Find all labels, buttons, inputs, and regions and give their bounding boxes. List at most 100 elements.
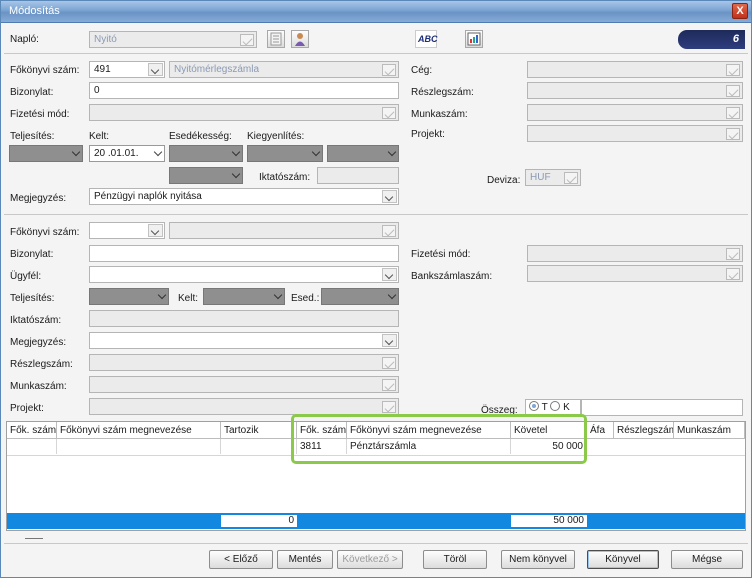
line-iktatoszam-label: Iktatószám: — [10, 315, 62, 326]
lookup-icon — [382, 64, 396, 76]
modify-dialog: Módosítás X Napló: Nyitó ABC 6 Főkönyvi … — [0, 0, 752, 578]
lookup-icon — [382, 379, 396, 391]
radio-t[interactable] — [529, 401, 539, 411]
radio-t-label: T — [541, 402, 548, 413]
separator — [4, 214, 748, 215]
line-kelt-label: Kelt: — [178, 293, 199, 304]
iktato-date[interactable] — [169, 167, 243, 184]
kelt-value: 20 .01.01. — [94, 148, 139, 159]
line-iktatoszam-field[interactable] — [89, 310, 399, 327]
close-button[interactable]: X — [732, 3, 748, 19]
col-header[interactable]: Főkönyvi szám megnevezése — [57, 422, 221, 439]
dont-post-button[interactable]: Nem könyvel — [501, 550, 575, 569]
fokonyvi-value: 491 — [94, 64, 111, 75]
ugyfel-select[interactable] — [89, 266, 399, 283]
total-kovetel: 50 000 — [511, 515, 587, 527]
col-header[interactable]: Részlegszám — [614, 422, 674, 439]
line-bizonylat-label: Bizonylat: — [10, 249, 54, 260]
ceg-label: Cég: — [411, 65, 433, 76]
projekt-field[interactable] — [527, 125, 743, 142]
reszlegszam-label: Részlegszám: — [411, 87, 474, 98]
chevron-down-icon — [311, 147, 321, 157]
fizetesi-field[interactable] — [89, 104, 399, 121]
person-icon[interactable] — [291, 30, 309, 48]
separator — [4, 543, 748, 544]
line-fizetesi-field[interactable] — [527, 245, 743, 262]
title-bar: Módosítás X — [1, 1, 751, 23]
chevron-down-icon — [71, 147, 81, 157]
lookup-icon — [382, 107, 396, 119]
deviza-label: Deviza: — [487, 175, 521, 186]
munkaszam-label: Munkaszám: — [411, 109, 468, 120]
line-projekt-field[interactable] — [89, 398, 399, 415]
cancel-button[interactable]: Mégse — [671, 550, 743, 569]
line-fokonyvi-name[interactable] — [169, 222, 399, 239]
post-button[interactable]: Könyvel — [587, 550, 659, 569]
megjegyzes-select[interactable]: Pénzügyi naplók nyitása — [89, 188, 399, 205]
line-munkaszam-field[interactable] — [89, 376, 399, 393]
line-esed-date[interactable] — [321, 288, 399, 305]
teljesites-label: Teljesítés: — [10, 131, 55, 142]
fokonyvi-name-field[interactable]: Nyitómérlegszámla — [169, 61, 399, 78]
lookup-icon — [382, 357, 396, 369]
line-fizetesi-label: Fizetési mód: — [411, 249, 471, 260]
naplo-field[interactable]: Nyitó — [89, 31, 257, 48]
bankszamla-label: Bankszámlaszám: — [411, 271, 493, 282]
deviza-value: HUF — [530, 172, 551, 183]
radio-k[interactable] — [550, 401, 561, 411]
col-header[interactable]: Tartozik — [221, 422, 297, 439]
record-counter: 6 — [678, 30, 745, 49]
osszeg-input[interactable] — [581, 399, 743, 416]
delete-button[interactable]: Töröl — [423, 550, 487, 569]
next-button[interactable]: Következő > — [337, 550, 403, 569]
line-fokonyvi-select[interactable] — [89, 222, 165, 239]
bankszamla-field[interactable] — [527, 265, 743, 282]
radio-k-label: K — [563, 402, 570, 413]
notes-icon[interactable] — [267, 30, 285, 48]
line-megjegyzes-select[interactable] — [89, 332, 399, 349]
line-kelt-date[interactable] — [203, 288, 285, 305]
kelt-date[interactable]: 20 .01.01. — [89, 145, 165, 162]
naplo-label: Napló: — [10, 34, 39, 45]
chevron-down-icon — [157, 290, 167, 300]
chevron-down-icon — [382, 190, 397, 203]
line-reszlegszam-field[interactable] — [89, 354, 399, 371]
reszlegszam-field[interactable] — [527, 82, 743, 99]
chevron-down-icon — [148, 224, 163, 237]
esedekesseg-date[interactable] — [169, 145, 243, 162]
save-button[interactable]: Mentés — [277, 550, 333, 569]
extra-date[interactable] — [327, 145, 399, 162]
dash-line — [25, 538, 43, 539]
previous-button[interactable]: < Előző — [209, 550, 273, 569]
fokonyvi-select[interactable]: 491 — [89, 61, 165, 78]
col-header[interactable]: Fők. szám — [7, 422, 57, 439]
esedekesseg-label: Esedékesség: — [169, 131, 232, 142]
fokonyvi-name: Nyitómérlegszámla — [174, 64, 260, 75]
chevron-down-icon — [382, 334, 397, 347]
projekt-label: Projekt: — [411, 129, 445, 140]
col-header[interactable]: Áfa — [587, 422, 614, 439]
spellcheck-icon[interactable]: ABC — [415, 30, 438, 48]
line-bizonylat-input[interactable] — [89, 245, 399, 262]
chevron-down-icon — [387, 290, 397, 300]
teljesites-date[interactable] — [9, 145, 83, 162]
bizonylat-input[interactable]: 0 — [89, 82, 399, 99]
lookup-icon — [240, 34, 254, 46]
col-header[interactable]: Munkaszám — [674, 422, 745, 439]
chevron-down-icon — [231, 169, 241, 179]
kiegyenlites-date[interactable] — [247, 145, 323, 162]
lookup-icon — [726, 64, 740, 76]
totals-bar: 0 50 000 — [7, 513, 745, 529]
lookup-icon — [726, 128, 740, 140]
line-munkaszam-label: Munkaszám: — [10, 381, 67, 392]
line-teljesites-date[interactable] — [89, 288, 169, 305]
iktatoszam-field[interactable] — [317, 167, 399, 184]
lookup-icon — [726, 248, 740, 260]
line-esed-label: Esed.: — [291, 293, 320, 304]
deviza-field[interactable]: HUF — [525, 169, 581, 186]
document-chart-icon[interactable] — [465, 30, 483, 48]
lookup-icon — [726, 85, 740, 97]
highlight-frame — [291, 414, 587, 464]
ceg-field[interactable] — [527, 61, 743, 78]
munkaszam-field[interactable] — [527, 104, 743, 121]
